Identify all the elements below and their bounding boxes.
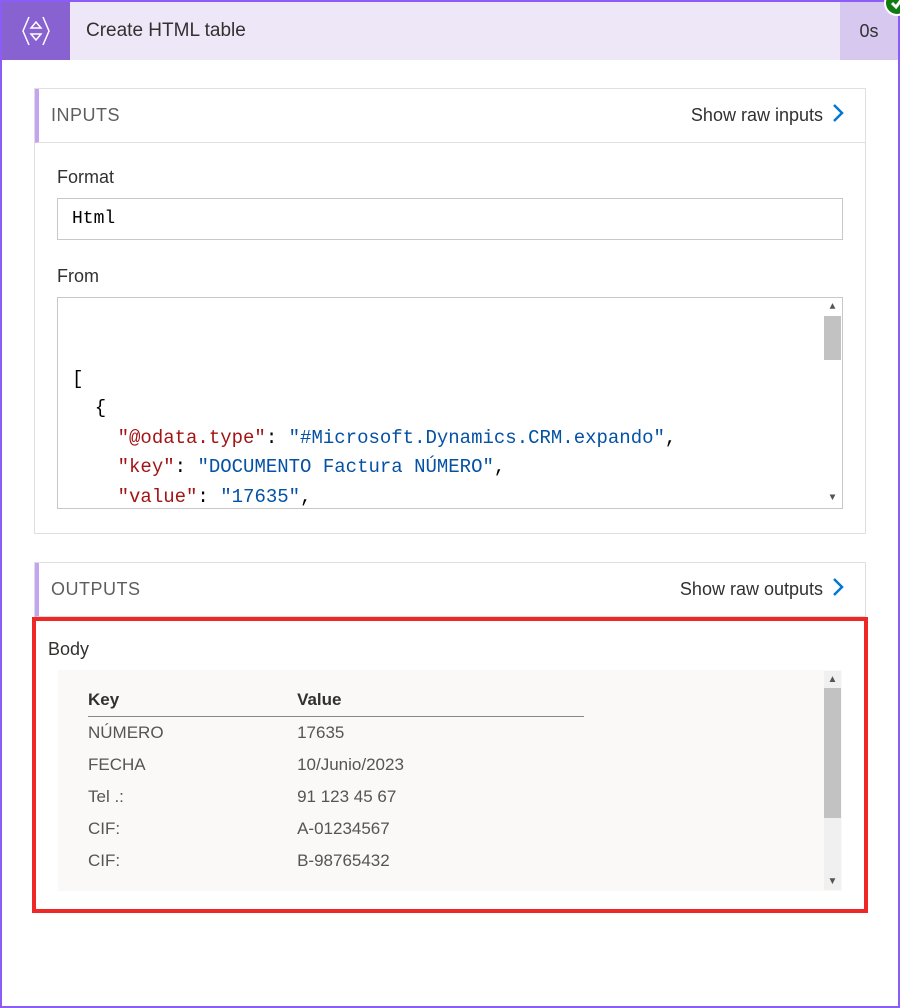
scroll-up-icon[interactable]: ▲ [824, 299, 841, 316]
format-value: Html [57, 198, 843, 240]
action-icon [2, 2, 70, 60]
show-raw-inputs-label: Show raw inputs [691, 105, 823, 126]
show-raw-outputs-button[interactable]: Show raw outputs [680, 577, 845, 602]
table-cell: CIF: [88, 813, 297, 845]
from-label: From [57, 266, 843, 287]
from-json-box: [ { "@odata.type": "#Microsoft.Dynamics.… [57, 297, 843, 509]
inputs-panel-title: INPUTS [51, 105, 120, 126]
scroll-down-icon[interactable]: ▼ [824, 873, 841, 890]
table-row: Tel .:91 123 45 67 [88, 781, 584, 813]
show-raw-outputs-label: Show raw outputs [680, 579, 823, 600]
table-cell: 17635 [297, 717, 584, 750]
code-scrollbar[interactable]: ▲ ▼ [824, 299, 841, 507]
body-label: Body [36, 635, 864, 670]
outputs-panel-title: OUTPUTS [51, 579, 141, 600]
chevron-right-icon [831, 103, 845, 128]
table-cell: 10/Junio/2023 [297, 749, 584, 781]
show-raw-inputs-button[interactable]: Show raw inputs [691, 103, 845, 128]
table-cell: FECHA [88, 749, 297, 781]
table-cell: 91 123 45 67 [297, 781, 584, 813]
table-cell: Tel .: [88, 781, 297, 813]
output-scrollbar[interactable]: ▲ ▼ [824, 671, 841, 890]
action-header: Create HTML table 0s [2, 2, 898, 60]
table-row: CIF:B-98765432 [88, 845, 584, 877]
chevron-right-icon [831, 577, 845, 602]
table-row: CIF:A-01234567 [88, 813, 584, 845]
highlighted-output-region: Body KeyValueNÚMERO17635FECHA10/Junio/20… [32, 617, 868, 913]
table-header: Value [297, 684, 584, 717]
scroll-up-icon[interactable]: ▲ [824, 671, 841, 688]
table-row: FECHA10/Junio/2023 [88, 749, 584, 781]
table-row: NÚMERO17635 [88, 717, 584, 750]
outputs-panel: OUTPUTS Show raw outputs Body KeyValueNÚ… [34, 562, 866, 911]
action-title: Create HTML table [70, 20, 840, 42]
scroll-thumb[interactable] [824, 316, 841, 360]
table-cell: A-01234567 [297, 813, 584, 845]
output-body-box: KeyValueNÚMERO17635FECHA10/Junio/2023Tel… [58, 670, 842, 891]
scroll-down-icon[interactable]: ▼ [824, 490, 841, 507]
format-label: Format [57, 167, 843, 188]
table-header: Key [88, 684, 297, 717]
json-content: [ { "@odata.type": "#Microsoft.Dynamics.… [60, 365, 830, 509]
table-cell: NÚMERO [88, 717, 297, 750]
scroll-thumb[interactable] [824, 688, 841, 818]
inputs-panel: INPUTS Show raw inputs Format Html From … [34, 88, 866, 534]
filter-html-icon [18, 13, 54, 49]
table-cell: CIF: [88, 845, 297, 877]
table-cell: B-98765432 [297, 845, 584, 877]
html-result-table: KeyValueNÚMERO17635FECHA10/Junio/2023Tel… [88, 684, 584, 877]
